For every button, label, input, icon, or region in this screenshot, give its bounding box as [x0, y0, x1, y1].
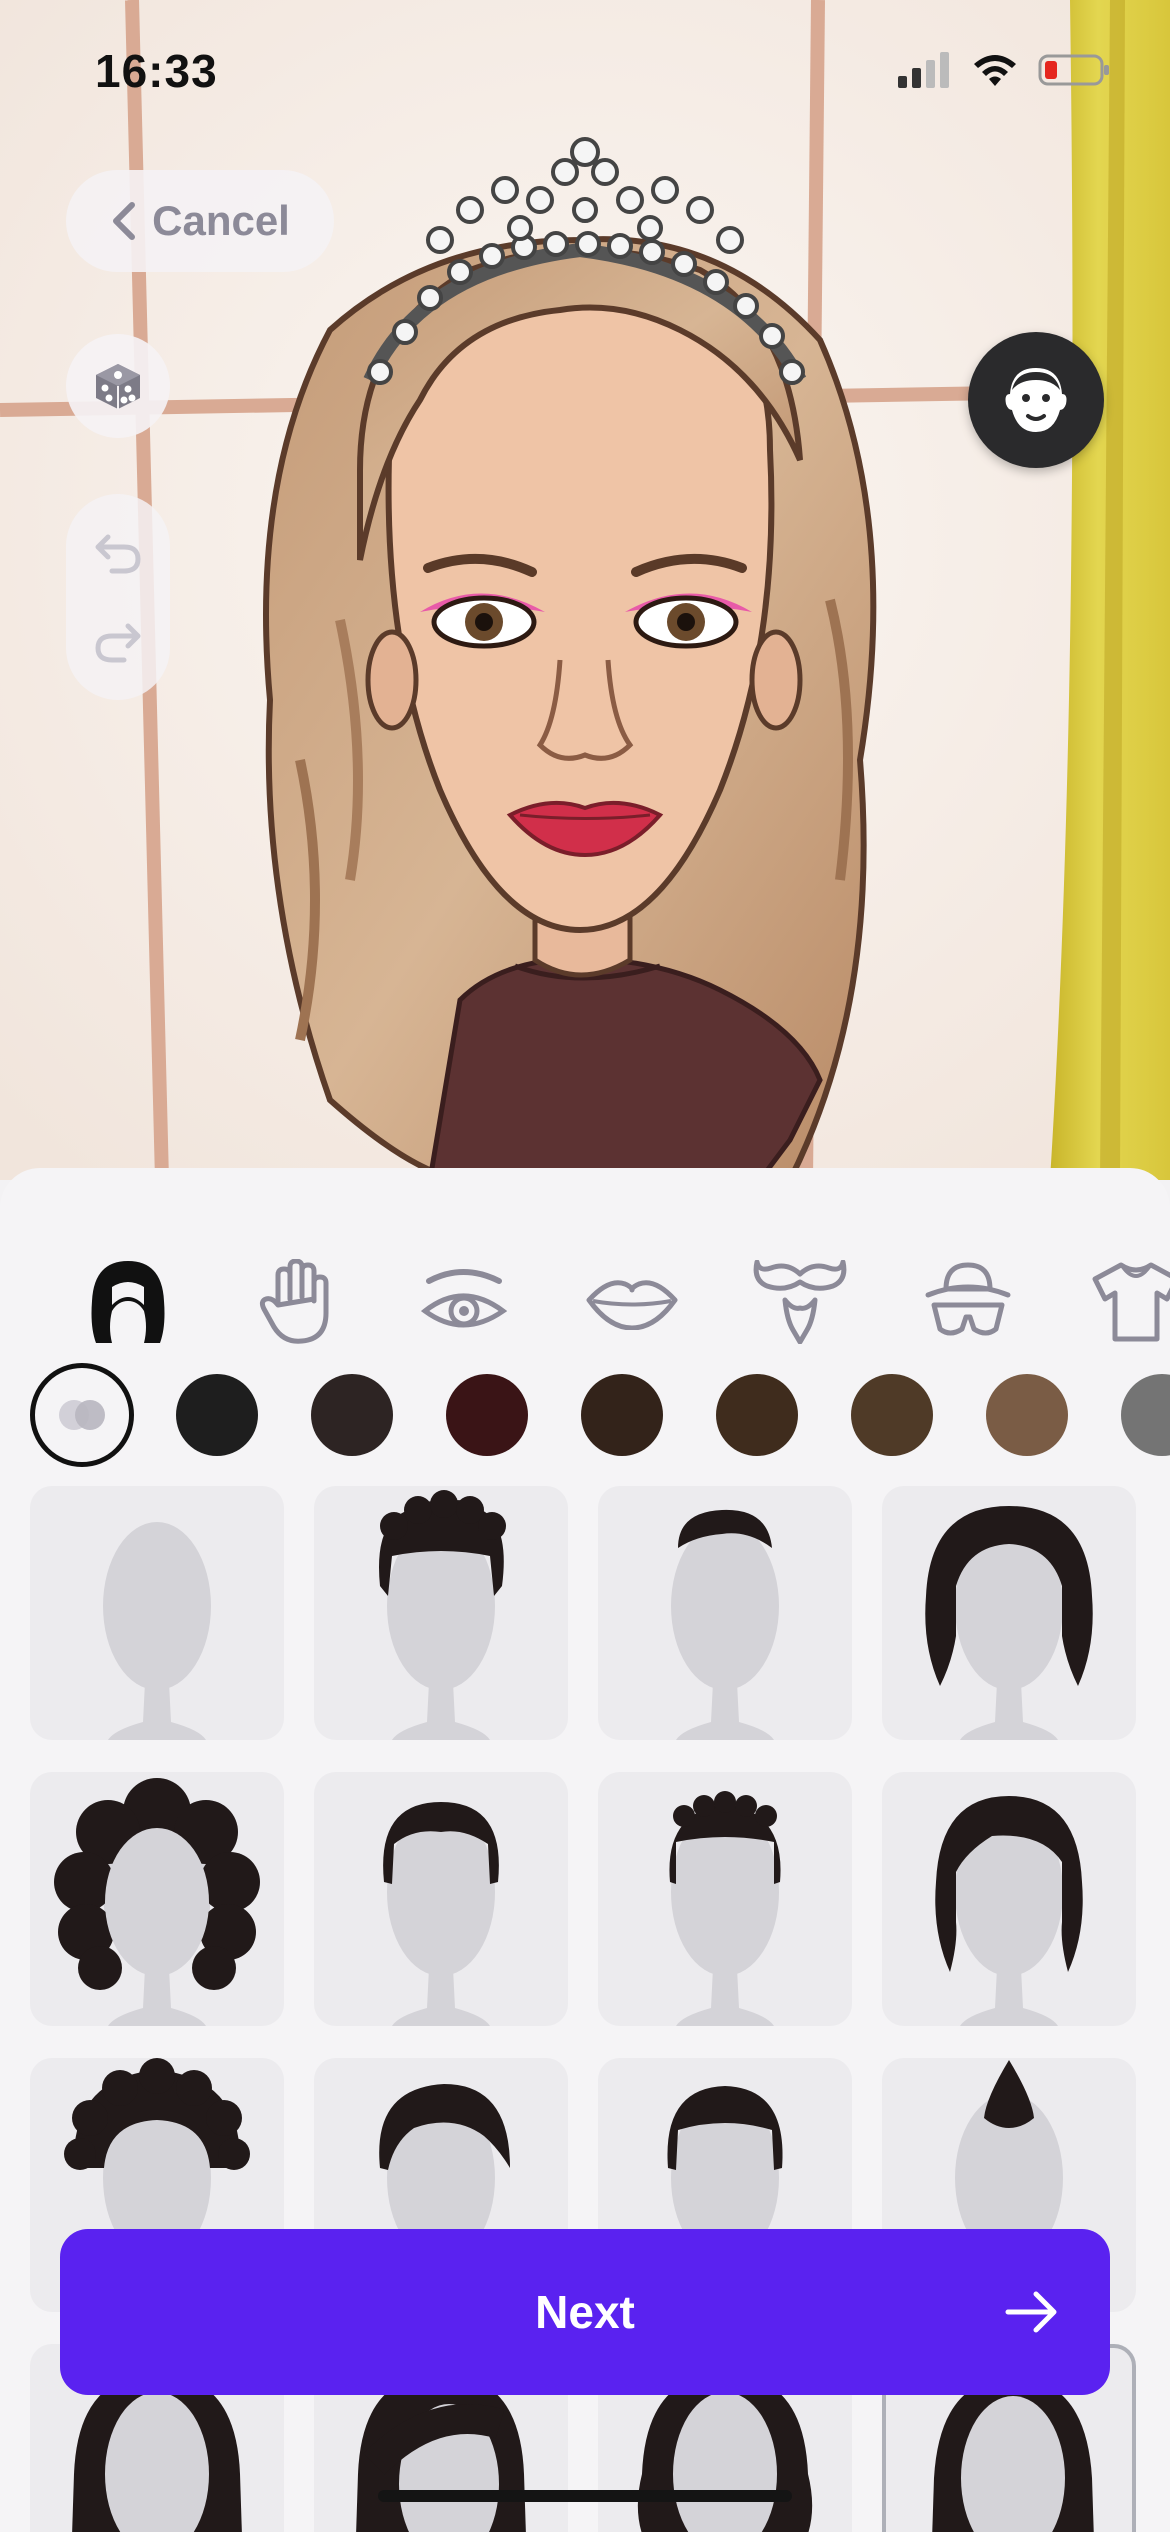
tshirt-icon	[1092, 1262, 1170, 1342]
hairstyle-tile-bald[interactable]	[30, 1486, 284, 1740]
chevron-left-icon	[113, 202, 136, 240]
color-swatch[interactable]	[851, 1374, 933, 1456]
hairstyle-tile-short-slick[interactable]	[598, 1486, 852, 1740]
randomize-button[interactable]	[66, 334, 170, 438]
hand-icon	[259, 1259, 329, 1344]
cancel-label: Cancel	[152, 197, 290, 244]
wifi-icon	[974, 55, 1016, 86]
tab-lips[interactable]	[572, 1222, 692, 1382]
battery-low-icon	[1038, 54, 1109, 86]
next-label: Next	[535, 2286, 635, 2338]
hairstyle-tile-short-classic[interactable]	[314, 1772, 568, 2026]
color-swatch[interactable]	[986, 1374, 1068, 1456]
status-time: 16:33	[95, 45, 218, 97]
color-swatch[interactable]	[311, 1374, 393, 1456]
color-swatch[interactable]	[581, 1374, 663, 1456]
tab-eyes[interactable]	[404, 1222, 524, 1382]
color-swatch[interactable]	[716, 1374, 798, 1456]
cancel-button[interactable]: Cancel	[66, 170, 334, 272]
hairstyle-tile-big-curly[interactable]	[30, 1772, 284, 2026]
color-mix-icon	[59, 1400, 105, 1430]
lips-icon	[586, 1280, 678, 1330]
tab-clothing[interactable]	[1076, 1222, 1170, 1382]
undo-icon[interactable]	[94, 531, 142, 575]
hat-glasses-icon	[925, 1262, 1011, 1336]
mustache-icon	[753, 1260, 847, 1344]
color-swatch[interactable]	[446, 1374, 528, 1456]
color-swatch[interactable]	[1121, 1374, 1170, 1456]
next-button[interactable]: Next	[60, 2229, 1110, 2395]
hair-color-picker	[0, 1360, 1170, 1470]
hairstyle-tile-wavy-bob[interactable]	[882, 1486, 1136, 1740]
tab-accessories[interactable]	[908, 1222, 1028, 1382]
color-swatch[interactable]	[176, 1374, 258, 1456]
undo-redo-group	[66, 494, 170, 700]
tab-hand[interactable]	[236, 1222, 356, 1382]
redo-icon[interactable]	[94, 620, 142, 664]
hairstyle-tile-short-curly[interactable]	[314, 1486, 568, 1740]
hairstyle-tile-bob-side-part[interactable]	[882, 1772, 1136, 2026]
color-swatch-mix[interactable]	[30, 1363, 134, 1467]
dice-icon	[96, 364, 140, 409]
hair-icon	[91, 1261, 165, 1343]
tab-hair[interactable]	[68, 1222, 188, 1382]
tab-facial-hair[interactable]	[740, 1222, 860, 1382]
category-tabs	[0, 1222, 1170, 1382]
avatar-preview: 16:33 Cancel	[0, 0, 1170, 1180]
face-preview-button[interactable]	[968, 332, 1104, 468]
signal-icon	[898, 52, 949, 88]
status-bar: 16:33	[0, 0, 1170, 140]
arrow-right-icon	[1005, 2291, 1057, 2333]
hairstyle-tile-short-textured[interactable]	[598, 1772, 852, 2026]
home-indicator[interactable]	[378, 2490, 792, 2502]
face-icon	[1005, 368, 1067, 432]
eye-icon	[421, 1269, 507, 1328]
